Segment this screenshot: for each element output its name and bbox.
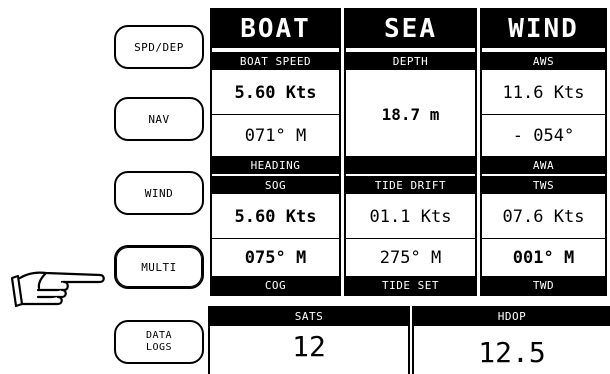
depth-value: 18.7 m	[381, 104, 440, 124]
divider	[482, 238, 605, 239]
sats-label: SATS	[210, 306, 408, 326]
sog-label: SOG	[212, 176, 339, 194]
hdop-value: 12.5	[478, 335, 546, 369]
tide-set-label: TIDE SET	[346, 276, 475, 294]
cog-label: COG	[212, 276, 339, 294]
awa-value: - 054°	[512, 126, 575, 146]
tide-drift-label: TIDE DRIFT	[346, 176, 475, 194]
boat-panel: BOAT BOAT SPEED 5.60 Kts 071° M HEADING …	[210, 8, 341, 296]
heading-value: 071° M	[244, 126, 307, 146]
blank-bar	[346, 156, 475, 174]
sea-title: SEA	[346, 10, 475, 48]
softkey-wind[interactable]: WIND	[114, 171, 204, 215]
boat-title: BOAT	[212, 10, 339, 48]
awa-label: AWA	[482, 156, 605, 174]
sats-value: 12	[292, 329, 326, 363]
divider	[482, 114, 605, 115]
softkey-spd-dep[interactable]: SPD/DEP	[114, 25, 204, 69]
heading-label: HEADING	[212, 156, 339, 174]
wind-title: WIND	[482, 10, 605, 48]
depth-label: DEPTH	[346, 52, 475, 70]
softkey-nav[interactable]: NAV	[114, 97, 204, 141]
twd-value: 001° M	[512, 248, 575, 268]
sog-value: 5.60 Kts	[234, 207, 317, 227]
divider	[212, 114, 339, 115]
tide-drift-value: 01.1 Kts	[369, 207, 452, 227]
wind-panel: WIND AWS 11.6 Kts - 054° AWA TWS 07.6 Kt…	[480, 8, 607, 296]
tws-label: TWS	[482, 176, 605, 194]
tws-value: 07.6 Kts	[502, 207, 585, 227]
divider	[346, 238, 475, 239]
left-edge-line	[208, 306, 210, 374]
pointing-hand-icon	[10, 271, 105, 308]
tide-set-value: 275° M	[379, 248, 442, 268]
hdop-label: HDOP	[414, 306, 610, 326]
boat-speed-label: BOAT SPEED	[212, 52, 339, 70]
divider	[212, 238, 339, 239]
softkey-multi[interactable]: MULTI	[114, 245, 204, 289]
aws-label: AWS	[482, 52, 605, 70]
sea-panel: SEA DEPTH 18.7 m TIDE DRIFT 01.1 Kts 275…	[344, 8, 477, 296]
softkey-data-logs[interactable]: DATA LOGS	[114, 320, 204, 364]
twd-label: TWD	[482, 276, 605, 294]
aws-value: 11.6 Kts	[502, 83, 585, 103]
boat-speed-value: 5.60 Kts	[234, 83, 317, 103]
cog-value: 075° M	[244, 248, 307, 268]
